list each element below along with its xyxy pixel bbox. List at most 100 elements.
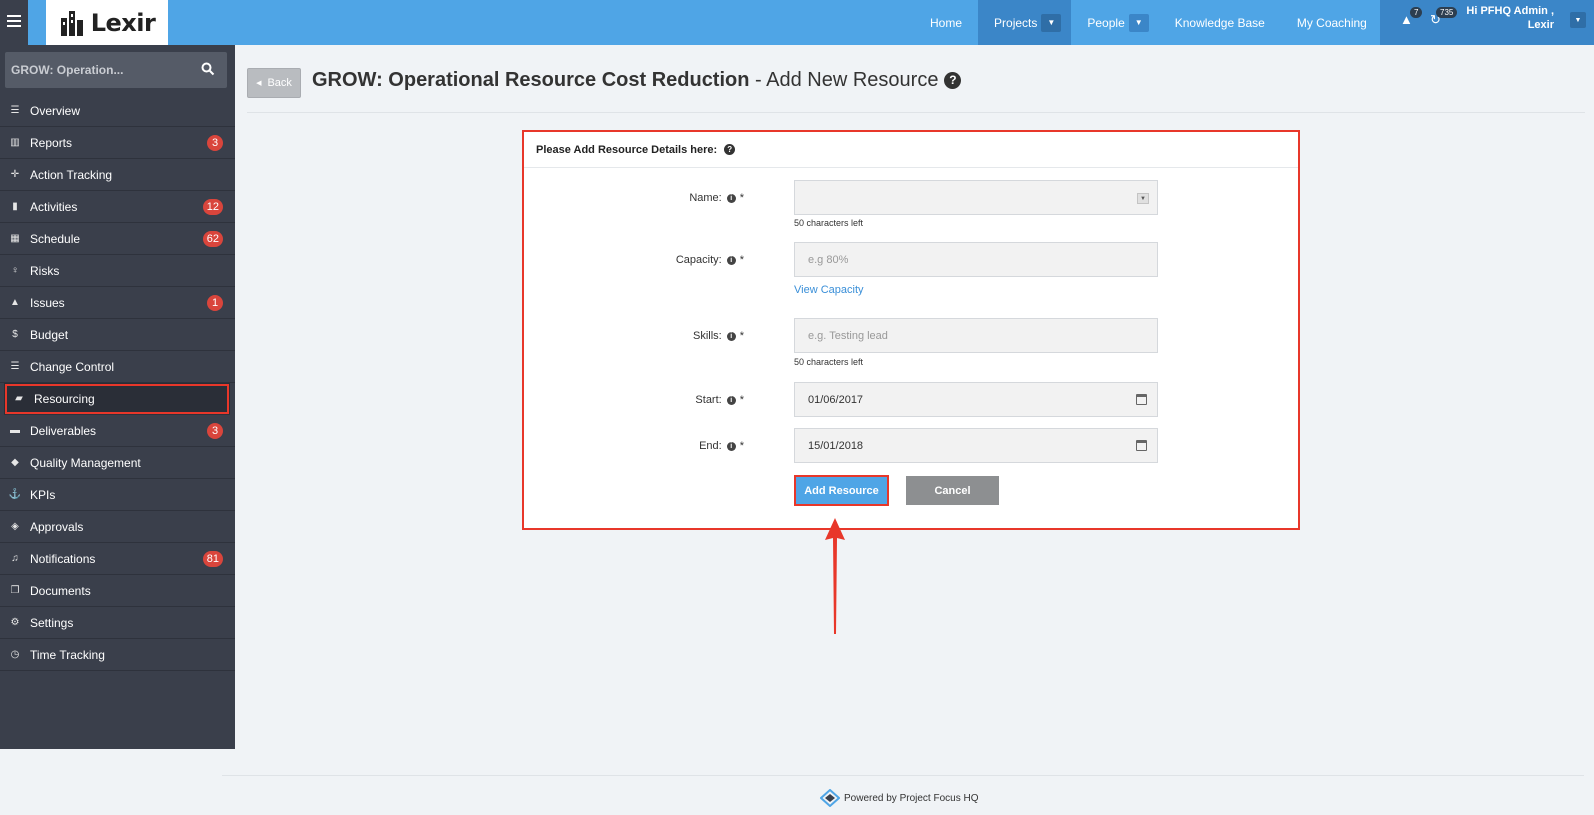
sidebar-item-approvals[interactable]: ◈ Approvals (0, 511, 235, 543)
sidebar-item-label: Budget (30, 327, 69, 342)
skills-input[interactable]: e.g. Testing lead (794, 318, 1158, 353)
info-icon[interactable]: i (726, 396, 736, 405)
sidebar-item-schedule[interactable]: ▦ Schedule 62 (0, 223, 235, 255)
sidebar: GROW: Operation... ☰ Overview ▥ Reports 3 ✛ Ac… (0, 45, 235, 749)
capacity-input[interactable]: e.g 80% (794, 242, 1158, 277)
lightbulb-icon: ♀ (11, 265, 19, 276)
sidebar-item-budget[interactable]: $ Budget (0, 319, 235, 351)
crosshair-icon: ✛ (10, 169, 20, 180)
sidebar-item-issues[interactable]: ▲ Issues 1 (0, 287, 235, 319)
start-date-input[interactable]: 01/06/2017 (794, 382, 1158, 417)
sidebar-item-label: Documents (30, 583, 91, 598)
anchor-icon: ⚓ (8, 489, 22, 500)
sidebar-item-label: Overview (30, 103, 81, 118)
back-button[interactable]: ◀ Back (247, 68, 301, 98)
logo-text: Lexir (90, 8, 156, 37)
nav-people[interactable]: People ▼ (1071, 0, 1158, 45)
search-icon[interactable] (201, 62, 215, 76)
hamburger-menu-icon[interactable] (0, 0, 28, 45)
add-resource-form: Please Add Resource Details here:? Name:… (522, 130, 1300, 530)
truck-icon: ▬ (10, 425, 20, 436)
sidebar-item-change-control[interactable]: ☰ Change Control (0, 351, 235, 383)
user-greeting[interactable]: Hi PFHQ Admin , Lexir (1466, 4, 1554, 32)
sidebar-item-activities[interactable]: ▮ Activities 12 (0, 191, 235, 223)
nav-my-coaching[interactable]: My Coaching (1281, 0, 1383, 45)
nav-people-label: People (1087, 15, 1125, 30)
sidebar-item-risks[interactable]: ♀ Risks (0, 255, 235, 287)
calendar-icon: ▦ (10, 233, 20, 244)
required-mark: * (739, 192, 744, 204)
chevron-down-icon[interactable]: ▼ (1137, 193, 1149, 204)
sidebar-item-settings[interactable]: ⚙ Settings (0, 607, 235, 639)
name-label: Name: i * (564, 192, 744, 204)
app-logo[interactable]: Lexir (46, 0, 168, 45)
back-button-label: Back (267, 77, 292, 89)
nav-my-coaching-label: My Coaching (1296, 15, 1367, 30)
sidebar-item-label: Change Control (30, 359, 115, 374)
count-badge: 1 (207, 295, 223, 311)
form-heading: Please Add Resource Details here:? (524, 132, 1298, 168)
clock-icon: ◷ (10, 649, 20, 660)
sidebar-item-label: Deliverables (30, 423, 97, 438)
end-label: End: i * (564, 440, 744, 452)
help-icon[interactable]: ? (944, 72, 962, 89)
chevron-down-icon[interactable]: ▼ (1128, 13, 1149, 32)
project-search-text: GROW: Operation... (11, 63, 124, 77)
name-label-text: Name: (689, 192, 722, 204)
sidebar-item-notifications[interactable]: ♫ Notifications 81 (0, 543, 235, 575)
chevron-down-icon[interactable]: ▼ (1041, 13, 1062, 32)
name-select[interactable]: ▼ (794, 180, 1158, 215)
footer-divider (222, 775, 1584, 776)
sidebar-item-label: Quality Management (30, 455, 141, 470)
sidebar-item-reports[interactable]: ▥ Reports 3 (0, 127, 235, 159)
calendar-icon[interactable] (1136, 440, 1147, 451)
calendar-icon[interactable] (1136, 394, 1147, 405)
cogs-icon: ⚙ (10, 617, 20, 628)
skills-label: Skills: i * (564, 330, 744, 342)
sidebar-item-action-tracking[interactable]: ✛ Action Tracking (0, 159, 235, 191)
skills-chars-left: 50 characters left (794, 357, 864, 367)
end-date-value: 15/01/2018 (808, 439, 864, 452)
sidebar-item-deliverables[interactable]: ▬ Deliverables 3 (0, 415, 235, 447)
nav-knowledge-base[interactable]: Knowledge Base (1159, 0, 1281, 45)
messages-badge: 735 (1436, 7, 1458, 18)
nav-projects-label: Projects (994, 15, 1038, 30)
user-area: ▲ 7 ↻ 735 Hi PFHQ Admin , Lexir ▼ (1380, 0, 1594, 45)
skills-label-text: Skills: (692, 330, 722, 342)
sidebar-item-label: Resourcing (34, 391, 95, 406)
project-search[interactable]: GROW: Operation... (5, 52, 227, 88)
sidebar-item-kpis[interactable]: ⚓ KPIs (0, 479, 235, 511)
capacity-label: Capacity: i * (564, 254, 744, 266)
user-menu-chevron-icon[interactable]: ▼ (1570, 12, 1586, 28)
required-mark: * (739, 330, 744, 342)
nav-home[interactable]: Home (914, 0, 978, 45)
count-badge: 81 (202, 551, 223, 567)
sidebar-item-label: Risks (30, 263, 60, 278)
nav-projects[interactable]: Projects ▼ (978, 0, 1072, 45)
info-icon[interactable]: i (726, 256, 736, 265)
sidebar-item-documents[interactable]: ❐ Documents (0, 575, 235, 607)
nav-home-label: Home (930, 15, 963, 30)
main-nav: Home Projects ▼ People ▼ Knowledge Base My… (914, 0, 1383, 45)
cancel-button[interactable]: Cancel (906, 476, 999, 505)
sidebar-menu: ☰ Overview ▥ Reports 3 ✛ Action Tracking ▮ Activ… (0, 95, 235, 671)
sidebar-item-overview[interactable]: ☰ Overview (0, 95, 235, 127)
info-icon[interactable]: i (726, 194, 736, 203)
info-icon[interactable]: i (726, 442, 736, 451)
sidebar-item-resourcing[interactable]: ▰ Resourcing (4, 383, 230, 415)
list-icon: ☰ (10, 105, 20, 116)
required-mark: * (739, 254, 744, 266)
count-badge: 62 (202, 231, 223, 247)
sidebar-item-quality-management[interactable]: ◆ Quality Management (0, 447, 235, 479)
add-resource-button[interactable]: Add Resource (794, 475, 889, 506)
sidebar-item-time-tracking[interactable]: ◷ Time Tracking (0, 639, 235, 671)
end-date-input[interactable]: 15/01/2018 (794, 428, 1158, 463)
folder-open-icon: ▰ (15, 393, 23, 404)
info-icon[interactable]: i (726, 332, 736, 341)
view-capacity-link[interactable]: View Capacity (794, 284, 864, 296)
project-name: GROW: Operational Resource Cost Reductio… (312, 69, 750, 91)
footer: Powered by Project Focus HQ (820, 789, 979, 807)
required-mark: * (739, 440, 744, 452)
help-icon[interactable]: ? (724, 144, 736, 155)
footer-text: Powered by Project Focus HQ (844, 792, 979, 804)
